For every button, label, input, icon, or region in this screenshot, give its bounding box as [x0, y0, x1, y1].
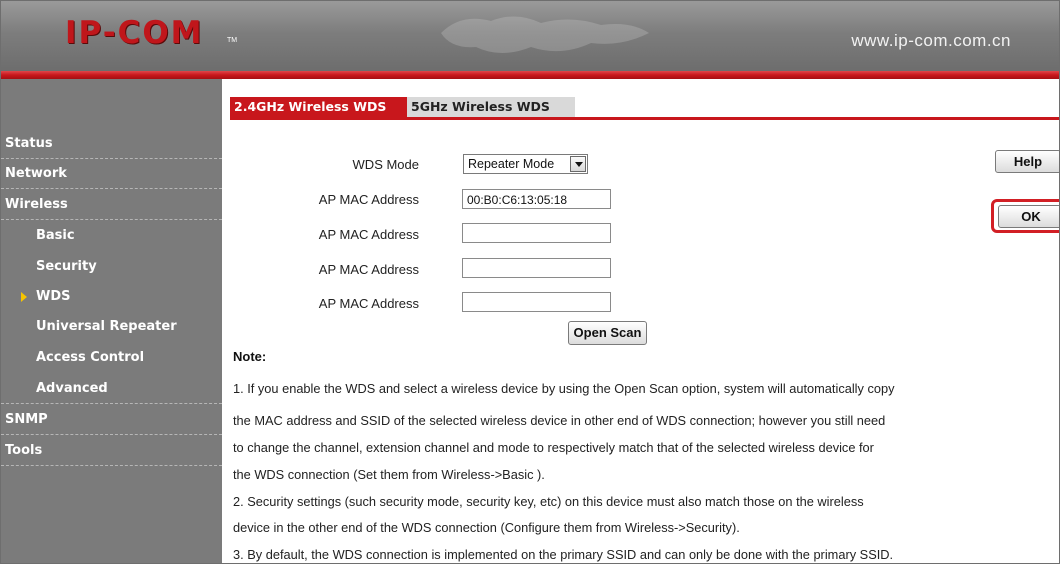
tab-5ghz-wds[interactable]: 5GHz Wireless WDS	[407, 97, 575, 117]
wds-mode-select[interactable]: Repeater Mode	[463, 154, 588, 174]
sidebar-item-label: SNMP	[5, 412, 48, 427]
site-url: www.ip-com.com.cn	[851, 31, 1011, 50]
header-red-bar	[1, 71, 1059, 79]
sidebar-item-label: Tools	[5, 443, 43, 458]
sidebar-item-status[interactable]: Status	[1, 129, 222, 159]
open-scan-button[interactable]: Open Scan	[568, 321, 647, 345]
tab-2-4ghz-wds[interactable]: 2.4GHz Wireless WDS	[230, 97, 409, 117]
sidebar-item-wds[interactable]: WDS	[1, 282, 222, 312]
ap-mac-label-1: AP MAC Address	[318, 192, 419, 207]
ip-com-logo: IP-COM	[65, 15, 204, 51]
sidebar-item-universal-repeater[interactable]: Universal Repeater	[1, 312, 222, 342]
sidebar-item-label: Security	[36, 259, 97, 274]
sidebar-item-advanced[interactable]: Advanced	[1, 374, 222, 404]
header-banner: IP-COM TM www.ip-com.com.cn	[1, 1, 1059, 71]
sidebar-item-network[interactable]: Network	[1, 159, 222, 189]
sidebar-item-label: Wireless	[5, 197, 68, 212]
sidebar-item-label: Network	[5, 166, 67, 181]
active-arrow-icon	[21, 292, 27, 302]
ap-mac-input-1[interactable]: 00:B0:C6:13:05:18	[462, 189, 611, 209]
ap-mac-label-2: AP MAC Address	[318, 227, 419, 242]
wds-mode-label: WDS Mode	[352, 157, 419, 172]
note-line: 2. Security settings (such security mode…	[233, 494, 864, 509]
note-line: 3. By default, the WDS connection is imp…	[233, 547, 894, 562]
ap-mac-input-4[interactable]	[462, 292, 611, 312]
sidebar-item-access-control[interactable]: Access Control	[1, 343, 222, 373]
note-line: to change the channel, extension channel…	[233, 440, 874, 455]
sidebar-item-snmp[interactable]: SNMP	[1, 405, 222, 435]
note-line: 1. If you enable the WDS and select a wi…	[233, 381, 895, 396]
chevron-down-icon[interactable]	[570, 156, 586, 172]
sidebar-item-label: WDS	[36, 289, 71, 304]
ap-mac-label-3: AP MAC Address	[318, 262, 419, 277]
router-admin-page: IP-COM TM www.ip-com.com.cn Status Netwo…	[0, 0, 1060, 564]
ap-mac-input-3[interactable]	[462, 258, 611, 278]
note-line: the WDS connection (Set them from Wirele…	[233, 467, 545, 482]
note-line: device in the other end of the WDS conne…	[233, 520, 740, 535]
sidebar-item-label: Basic	[36, 228, 75, 243]
tab-underline	[230, 117, 1059, 120]
logo-trademark: TM	[227, 37, 238, 44]
ok-button[interactable]: OK	[998, 205, 1059, 228]
note-title: Note:	[233, 349, 267, 364]
sidebar-item-tools[interactable]: Tools	[1, 436, 222, 466]
ap-mac-label-4: AP MAC Address	[318, 296, 419, 311]
sidebar-item-label: Advanced	[36, 381, 108, 396]
sidebar-item-basic[interactable]: Basic	[1, 221, 222, 251]
world-map-graphic	[441, 16, 649, 54]
sidebar-item-label: Status	[5, 136, 53, 151]
help-button[interactable]: Help	[995, 150, 1059, 173]
sidebar-item-security[interactable]: Security	[1, 252, 222, 282]
wds-mode-value: Repeater Mode	[468, 157, 555, 171]
note-line: the MAC address and SSID of the selected…	[233, 413, 886, 428]
ap-mac-input-2[interactable]	[462, 223, 611, 243]
sidebar-item-label: Access Control	[36, 350, 145, 365]
sidebar-nav: Status Network Wireless Basic Security W…	[1, 79, 222, 563]
sidebar-item-wireless[interactable]: Wireless	[1, 190, 222, 220]
sidebar-item-label: Universal Repeater	[36, 319, 177, 334]
